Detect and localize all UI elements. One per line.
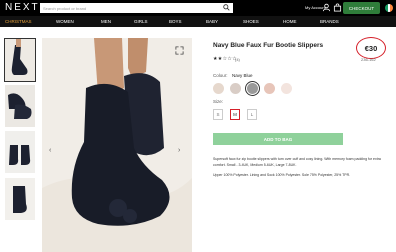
nav-christmas[interactable]: CHRISTMAS	[5, 19, 32, 24]
product-composition: Upper 100% Polyester. Lining and Sock 10…	[213, 173, 351, 177]
slipper-thumbnail-image	[5, 131, 35, 173]
main-nav: CHRISTMAS WOMEN MEN GIRLS BOYS BABY SHOE…	[0, 16, 396, 27]
slipper-thumbnail-image	[5, 85, 35, 127]
nav-men[interactable]: MEN	[101, 19, 111, 24]
search-placeholder: Search product or brand	[43, 5, 87, 11]
search-input[interactable]: Search product or brand	[40, 3, 233, 13]
colour-swatch-4[interactable]	[264, 83, 275, 94]
size-s-button[interactable]: S	[213, 109, 223, 120]
nav-home[interactable]: HOME	[283, 19, 297, 24]
slipper-thumbnail-image	[5, 39, 35, 81]
colour-swatch-5[interactable]	[281, 83, 292, 94]
prev-image-arrow[interactable]: ‹	[49, 147, 51, 154]
top-bar: NEXT Search product or brand My Account …	[0, 0, 396, 16]
colour-swatch-2[interactable]	[230, 83, 241, 94]
product-code: 236-162	[361, 57, 376, 62]
product-price: €30	[364, 43, 378, 53]
thumbnail-1[interactable]	[4, 38, 36, 82]
product-description: Supersoft faux fur zip bootie slippers w…	[213, 157, 381, 167]
bag-icon[interactable]	[333, 3, 342, 12]
product-title: Navy Blue Faux Fur Bootie Slippers	[213, 42, 324, 49]
thumbnail-3[interactable]	[5, 131, 35, 173]
thumbnail-2[interactable]	[5, 85, 35, 127]
colour-swatch-1[interactable]	[213, 83, 224, 94]
colour-label: Colour:	[213, 73, 228, 78]
price-highlight: €30	[356, 37, 386, 59]
expand-icon[interactable]	[175, 46, 184, 55]
nav-shoes[interactable]: SHOES	[243, 19, 259, 24]
nav-girls[interactable]: GIRLS	[134, 19, 148, 24]
main-product-image[interactable]	[42, 38, 192, 252]
site-logo[interactable]: NEXT	[5, 2, 40, 13]
size-l-button[interactable]: L	[247, 109, 257, 120]
nav-women[interactable]: WOMEN	[56, 19, 74, 24]
ireland-flag-icon[interactable]	[385, 4, 393, 12]
review-count[interactable]: (4)	[235, 57, 240, 62]
checkout-button[interactable]: CHECKOUT	[343, 2, 380, 14]
rating-stars[interactable]: ★★☆☆☆	[213, 56, 237, 62]
slipper-thumbnail-image	[5, 178, 35, 220]
add-to-bag-button[interactable]: ADD TO BAG	[213, 133, 343, 145]
size-m-button[interactable]: M	[230, 109, 240, 120]
nav-brands[interactable]: BRANDS	[320, 19, 339, 24]
colour-value: Navy Blue	[232, 73, 253, 78]
colour-swatch-navy[interactable]	[245, 81, 260, 96]
slipper-main-image	[42, 38, 192, 252]
thumbnail-4[interactable]	[5, 178, 35, 220]
user-icon[interactable]	[322, 3, 331, 12]
search-icon[interactable]	[223, 4, 230, 11]
nav-boys[interactable]: BOYS	[169, 19, 182, 24]
nav-baby[interactable]: BABY	[206, 19, 218, 24]
next-image-arrow[interactable]: ›	[178, 147, 180, 154]
size-label: Size:	[213, 99, 224, 104]
